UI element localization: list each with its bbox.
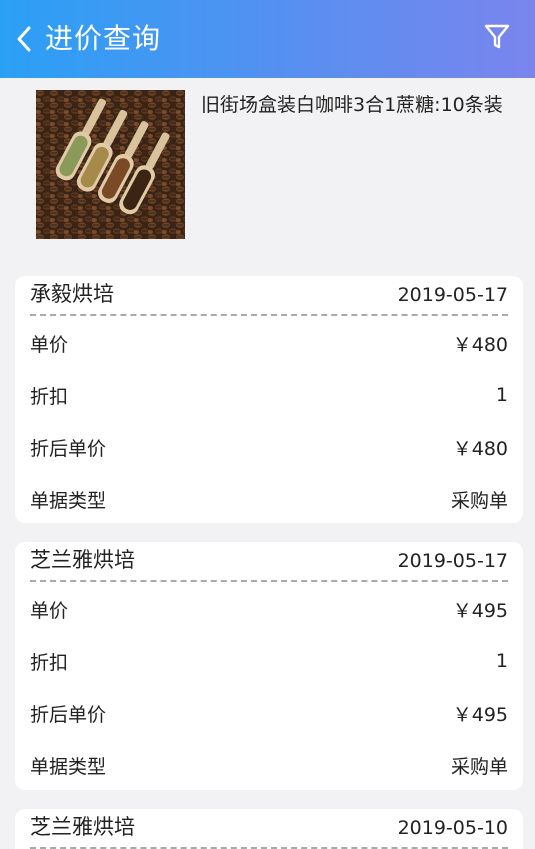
field-value: ￥495 — [452, 703, 508, 726]
chevron-left-icon — [17, 26, 31, 52]
field-label: 单价 — [30, 333, 69, 356]
field-value: ￥495 — [452, 599, 508, 622]
field-label: 折后单价 — [30, 703, 107, 726]
field-row: 折后单价 ￥480 — [30, 432, 508, 462]
product-image — [36, 90, 185, 239]
app-header: 进价查询 — [0, 0, 535, 78]
field-value: ￥480 — [452, 437, 508, 460]
supplier-name: 芝兰雅烘培 — [30, 815, 135, 839]
page-title: 进价查询 — [45, 22, 162, 55]
record-card[interactable]: 芝兰雅烘培 2019-05-17 单价 ￥495 折扣 1 折后单价 ￥495 … — [15, 542, 523, 790]
record-card[interactable]: 芝兰雅烘培 2019-05-10 — [15, 809, 523, 849]
field-label: 折后单价 — [30, 437, 107, 460]
record-card[interactable]: 承毅烘培 2019-05-17 单价 ￥480 折扣 1 折后单价 ￥480 单… — [15, 276, 523, 523]
field-label: 折扣 — [30, 651, 69, 674]
field-label: 单据类型 — [30, 489, 107, 512]
field-value: 1 — [495, 384, 508, 406]
field-row: 单价 ￥495 — [30, 594, 508, 624]
field-row: 单价 ￥480 — [30, 328, 508, 358]
record-header: 芝兰雅烘培 2019-05-10 — [30, 809, 508, 849]
product-name: 旧街场盒装白咖啡3合1蔗糖:10条装 — [201, 94, 503, 116]
filter-icon — [484, 24, 510, 49]
record-header: 承毅烘培 2019-05-17 — [30, 276, 508, 316]
filter-button[interactable] — [483, 22, 511, 52]
record-date: 2019-05-17 — [397, 550, 508, 572]
supplier-name: 芝兰雅烘培 — [30, 548, 135, 572]
record-header: 芝兰雅烘培 2019-05-17 — [30, 542, 508, 582]
back-button[interactable] — [10, 24, 38, 54]
record-date: 2019-05-17 — [397, 284, 508, 306]
field-value: 采购单 — [450, 489, 508, 512]
field-value: 1 — [495, 650, 508, 672]
field-row: 折扣 1 — [30, 380, 508, 410]
product-summary: 旧街场盒装白咖啡3合1蔗糖:10条装 — [0, 78, 535, 256]
field-row: 单据类型 采购单 — [30, 750, 508, 780]
record-date: 2019-05-10 — [397, 817, 508, 839]
field-value: 采购单 — [450, 755, 508, 778]
field-label: 折扣 — [30, 385, 69, 408]
field-label: 单据类型 — [30, 755, 107, 778]
supplier-name: 承毅烘培 — [30, 282, 114, 306]
field-label: 单价 — [30, 599, 69, 622]
field-row: 折后单价 ￥495 — [30, 698, 508, 728]
field-row: 折扣 1 — [30, 646, 508, 676]
field-value: ￥480 — [452, 333, 508, 356]
field-row: 单据类型 采购单 — [30, 484, 508, 514]
